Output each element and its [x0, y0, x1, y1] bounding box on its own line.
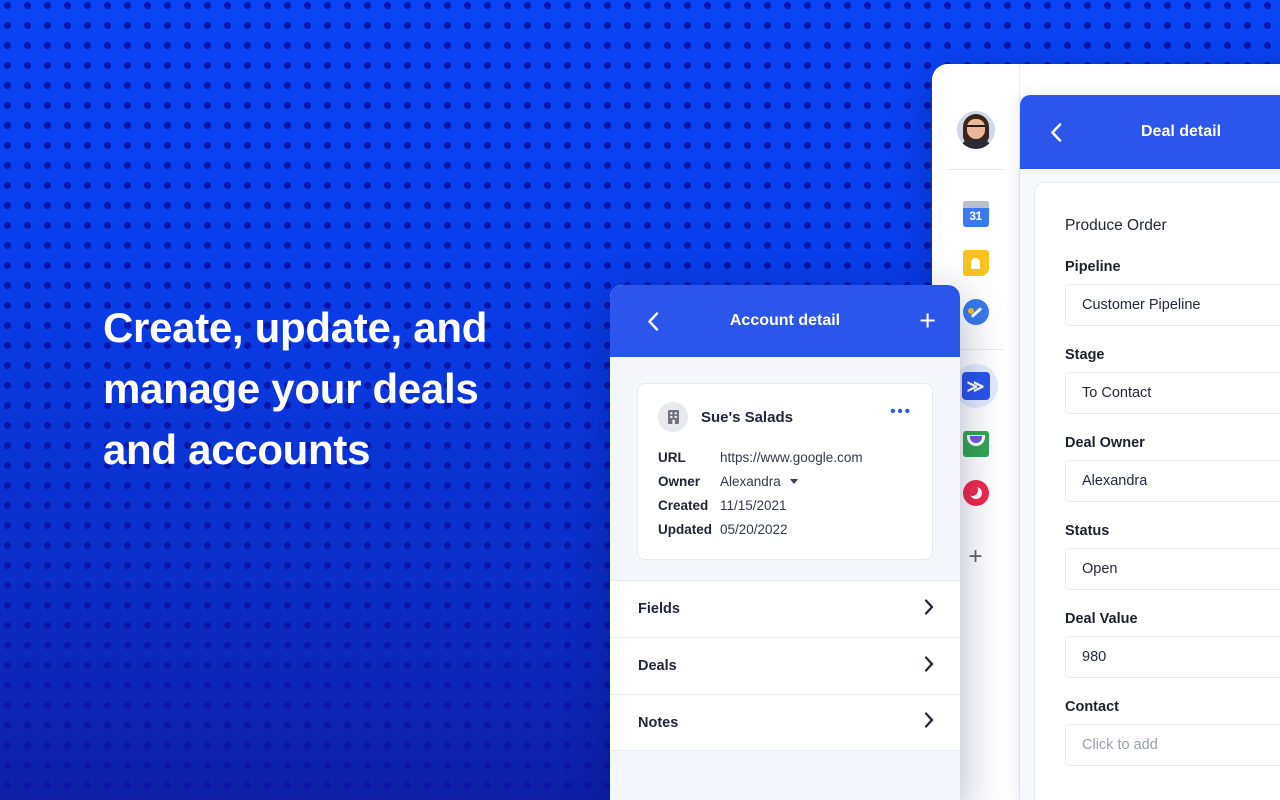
field-label: Deal Owner	[1065, 435, 1145, 451]
field-value: 11/15/2021	[720, 498, 787, 513]
status-input[interactable]: Open	[1065, 548, 1280, 590]
crm-app-icon: ≫	[961, 372, 990, 400]
field-key: URL	[658, 450, 686, 465]
deal-value-input[interactable]: 980 USD	[1065, 636, 1280, 678]
rail-divider-top	[947, 169, 1004, 170]
account-summary-card: Sue's Salads ••• URL https://www.google.…	[637, 383, 933, 560]
owner-dropdown[interactable]: Alexandra	[720, 474, 798, 489]
account-section-list: Fields Deals Notes	[610, 580, 960, 751]
field-key: Updated	[658, 522, 712, 537]
field-key: Created	[658, 498, 709, 513]
list-item-label: Notes	[638, 714, 679, 731]
bulb-glyph	[971, 257, 980, 269]
field-url: URL https://www.google.com	[658, 450, 912, 465]
page-title: Create, update, and manage your deals an…	[103, 304, 488, 473]
field-pipeline: Pipeline Customer Pipeline	[1065, 259, 1280, 326]
sidebar-item-crm-app[interactable]: ≫	[953, 364, 998, 408]
field-updated: Updated 05/20/2022	[658, 522, 912, 537]
back-icon[interactable]	[1042, 118, 1070, 146]
field-value[interactable]: https://www.google.com	[720, 450, 863, 465]
mailtrack-icon[interactable]	[962, 431, 989, 457]
field-contact: Contact Click to add	[1065, 699, 1280, 766]
chevron-right-icon	[924, 598, 934, 620]
stage-input[interactable]: To Contact	[1065, 372, 1280, 414]
avatar[interactable]	[956, 111, 995, 149]
chevron-down-icon	[789, 479, 798, 484]
field-label: Deal Value	[1065, 611, 1138, 627]
field-label: Contact	[1065, 699, 1119, 715]
deal-owner-input[interactable]: Alexandra	[1065, 460, 1280, 502]
field-stage: Stage To Contact	[1065, 347, 1280, 414]
deal-detail-header: Deal detail	[1020, 95, 1280, 169]
field-label: Status	[1065, 523, 1110, 539]
field-value: 05/20/2022	[720, 522, 788, 537]
account-detail-header: Account detail +	[610, 285, 960, 357]
google-calendar-icon[interactable]: 31	[962, 201, 989, 227]
more-options-icon[interactable]: •••	[890, 404, 912, 419]
deal-name: Produce Order	[1065, 217, 1167, 234]
mail-inner-glyph	[966, 435, 985, 446]
add-app-button[interactable]: +	[963, 544, 989, 570]
field-value: 980	[1082, 649, 1107, 665]
field-deal-owner: Deal Owner Alexandra	[1065, 435, 1280, 502]
field-value: Alexandra	[1082, 473, 1148, 489]
field-created: Created 11/15/2021	[658, 498, 912, 513]
list-item-fields[interactable]: Fields	[610, 580, 960, 637]
deal-detail-card: Produce Order Pipeline Customer Pipeline…	[1034, 182, 1280, 800]
field-status: Status Open	[1065, 523, 1280, 590]
list-item-label: Deals	[638, 658, 677, 674]
field-label: Stage	[1065, 347, 1105, 363]
contact-input[interactable]: Click to add	[1065, 724, 1280, 766]
deal-detail-panel: Deal detail Produce Order Pipeline Custo…	[1020, 95, 1280, 800]
field-label: Pipeline	[1065, 259, 1121, 275]
avatar-glasses	[965, 125, 986, 130]
field-value: Open	[1082, 561, 1118, 577]
account-name: Sue's Salads	[701, 408, 793, 426]
list-item-label: Fields	[638, 601, 680, 617]
clock-app-icon[interactable]	[962, 480, 989, 506]
field-placeholder: Click to add	[1082, 737, 1158, 753]
google-keep-icon[interactable]	[962, 250, 989, 276]
account-card-header: Sue's Salads •••	[658, 402, 912, 432]
field-owner: Owner Alexandra	[658, 474, 912, 489]
chevron-right-icon	[924, 712, 934, 733]
list-item-deals[interactable]: Deals	[610, 637, 960, 694]
list-item-notes[interactable]: Notes	[610, 694, 960, 751]
field-value: Alexandra	[720, 474, 781, 489]
clock-moon-glyph	[969, 487, 982, 499]
field-deal-value: Deal Value 980 USD	[1065, 611, 1280, 678]
account-detail-panel: Account detail + Sue's Salads ••• URL ht…	[610, 285, 960, 800]
google-tasks-icon[interactable]	[962, 299, 989, 325]
promo-screenshot: Create, update, and manage your deals an…	[0, 0, 1280, 800]
field-value: To Contact	[1082, 385, 1152, 401]
add-account-button[interactable]: +	[919, 307, 936, 336]
avatar-body	[960, 139, 991, 149]
field-key: Owner	[658, 474, 701, 489]
field-value: Customer Pipeline	[1082, 297, 1201, 313]
pipeline-input[interactable]: Customer Pipeline	[1065, 284, 1280, 326]
chevron-right-icon	[924, 655, 934, 677]
back-icon[interactable]	[640, 308, 666, 334]
building-icon	[658, 402, 688, 432]
